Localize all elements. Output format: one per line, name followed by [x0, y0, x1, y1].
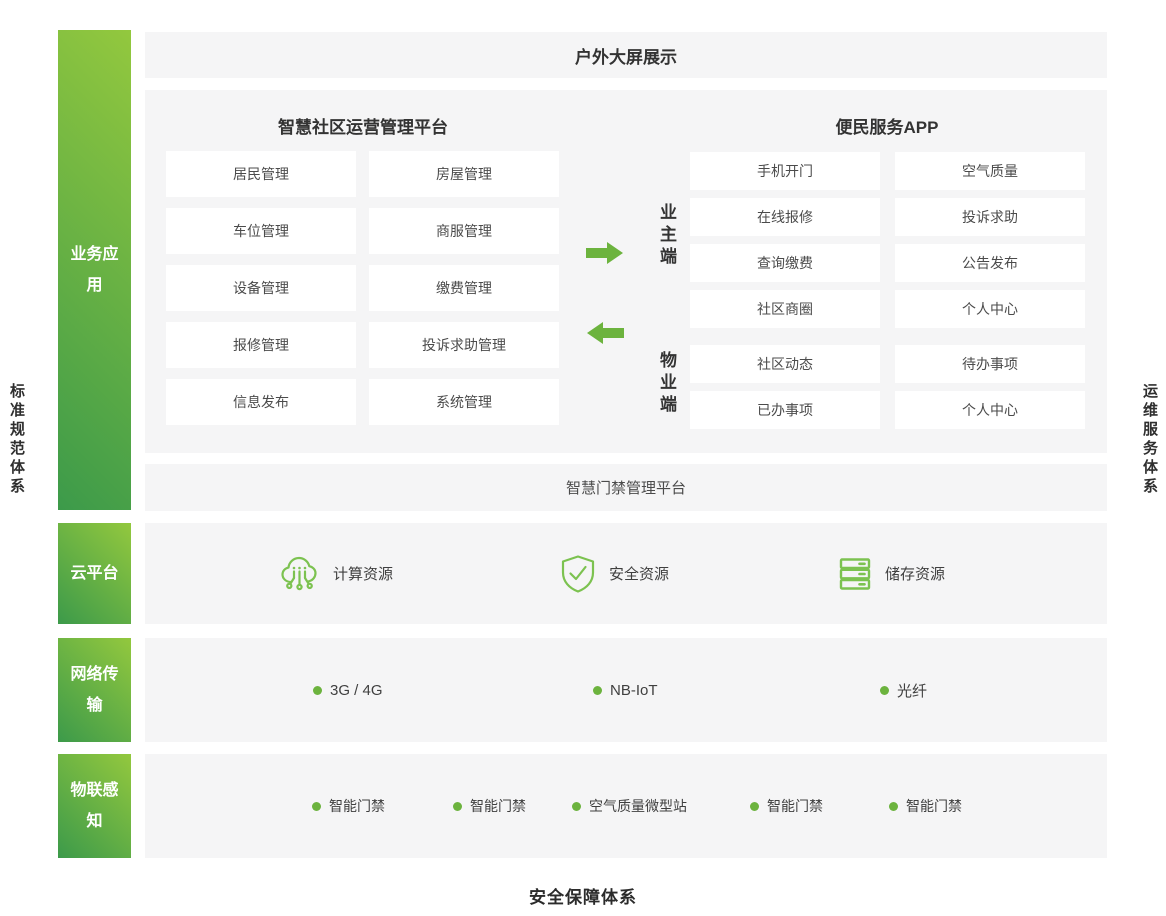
owner-app-item: 查询缴费 — [690, 244, 880, 282]
layer-business-label: 业务应用 — [69, 239, 121, 301]
arrow-right-icon — [586, 241, 624, 265]
resource-storage: 储存资源 — [838, 523, 945, 624]
network-item-label: NB-IoT — [610, 682, 658, 699]
smart-community-architecture-diagram: 标准规范体系 运维服务体系 安全保障体系 业务应用 云平台 网络传输 物联感知 … — [0, 0, 1166, 916]
app-title: 便民服务APP — [690, 113, 1084, 138]
dot-icon — [572, 802, 581, 811]
iot-item: 智能门禁 — [750, 754, 823, 858]
iot-item-label: 智能门禁 — [767, 796, 823, 816]
resource-security-label: 安全资源 — [609, 563, 669, 584]
platform-item: 房屋管理 — [369, 151, 559, 197]
dot-icon — [312, 802, 321, 811]
left-system-label: 标准规范体系 — [6, 383, 27, 497]
dot-icon — [880, 686, 889, 695]
network-item: NB-IoT — [593, 638, 658, 742]
platform-item: 报修管理 — [166, 322, 356, 368]
platform-item: 车位管理 — [166, 208, 356, 254]
cloud-computing-icon — [278, 554, 320, 594]
outdoor-screen-bar: 户外大屏展示 — [145, 32, 1107, 78]
right-system-label: 运维服务体系 — [1139, 383, 1160, 497]
shield-check-icon — [560, 554, 596, 594]
owner-app-grid: 手机开门 空气质量 在线报修 投诉求助 查询缴费 公告发布 社区商圈 个人中心 — [690, 152, 1085, 328]
layer-network-label: 网络传输 — [69, 659, 121, 721]
resource-storage-label: 储存资源 — [885, 563, 945, 584]
layer-network-transmission: 网络传输 — [58, 638, 131, 742]
arrow-left-icon — [586, 321, 624, 345]
iot-item: 智能门禁 — [453, 754, 526, 858]
iot-item-label: 智能门禁 — [329, 796, 385, 816]
platform-item: 信息发布 — [166, 379, 356, 425]
property-side-label: 物业端 — [654, 351, 679, 417]
property-app-item: 个人中心 — [895, 391, 1085, 429]
owner-app-item: 公告发布 — [895, 244, 1085, 282]
gate-platform-bar: 智慧门禁管理平台 — [145, 464, 1107, 511]
resource-computing-label: 计算资源 — [333, 563, 393, 584]
iot-item-label: 空气质量微型站 — [589, 796, 687, 816]
owner-app-item: 投诉求助 — [895, 198, 1085, 236]
layer-iot-perception: 物联感知 — [58, 754, 131, 858]
dot-icon — [593, 686, 602, 695]
outdoor-screen-title: 户外大屏展示 — [575, 43, 677, 68]
layer-business-application: 业务应用 — [58, 30, 131, 510]
property-app-grid: 社区动态 待办事项 已办事项 个人中心 — [690, 345, 1085, 429]
layer-iot-label: 物联感知 — [69, 775, 121, 837]
bottom-system-label: 安全保障体系 — [0, 883, 1166, 908]
owner-app-item: 手机开门 — [690, 152, 880, 190]
owner-app-item: 在线报修 — [690, 198, 880, 236]
storage-icon — [838, 557, 872, 591]
platform-grid: 居民管理 房屋管理 车位管理 商服管理 设备管理 缴费管理 报修管理 投诉求助管… — [166, 151, 559, 425]
property-app-item: 待办事项 — [895, 345, 1085, 383]
dot-icon — [453, 802, 462, 811]
property-app-item: 已办事项 — [690, 391, 880, 429]
iot-item: 智能门禁 — [312, 754, 385, 858]
iot-item: 智能门禁 — [889, 754, 962, 858]
owner-app-item: 空气质量 — [895, 152, 1085, 190]
dot-icon — [313, 686, 322, 695]
owner-side-label: 业主端 — [654, 203, 679, 269]
resource-security: 安全资源 — [560, 523, 669, 624]
network-transmission-row: 3G / 4G NB-IoT 光纤 — [145, 638, 1107, 742]
layer-cloud-label: 云平台 — [70, 558, 118, 589]
platform-item: 投诉求助管理 — [369, 322, 559, 368]
property-app-item: 社区动态 — [690, 345, 880, 383]
cloud-resources-row: 计算资源 安全资源 储存资源 — [145, 523, 1107, 624]
gate-platform-title: 智慧门禁管理平台 — [566, 477, 686, 498]
dot-icon — [889, 802, 898, 811]
layer-cloud-platform: 云平台 — [58, 523, 131, 624]
platform-item: 缴费管理 — [369, 265, 559, 311]
platform-item: 系统管理 — [369, 379, 559, 425]
network-item-label: 光纤 — [897, 680, 927, 701]
platform-item: 设备管理 — [166, 265, 356, 311]
network-item: 3G / 4G — [313, 638, 383, 742]
platform-title: 智慧社区运营管理平台 — [166, 113, 560, 138]
business-application-panel: 智慧社区运营管理平台 便民服务APP 居民管理 房屋管理 车位管理 商服管理 设… — [145, 90, 1107, 453]
network-item: 光纤 — [880, 638, 927, 742]
platform-item: 居民管理 — [166, 151, 356, 197]
resource-computing: 计算资源 — [278, 523, 393, 624]
iot-item: 空气质量微型站 — [572, 754, 687, 858]
network-item-label: 3G / 4G — [330, 682, 383, 699]
iot-perception-row: 智能门禁 智能门禁 空气质量微型站 智能门禁 智能门禁 — [145, 754, 1107, 858]
platform-item: 商服管理 — [369, 208, 559, 254]
iot-item-label: 智能门禁 — [906, 796, 962, 816]
owner-app-item: 社区商圈 — [690, 290, 880, 328]
iot-item-label: 智能门禁 — [470, 796, 526, 816]
owner-app-item: 个人中心 — [895, 290, 1085, 328]
dot-icon — [750, 802, 759, 811]
